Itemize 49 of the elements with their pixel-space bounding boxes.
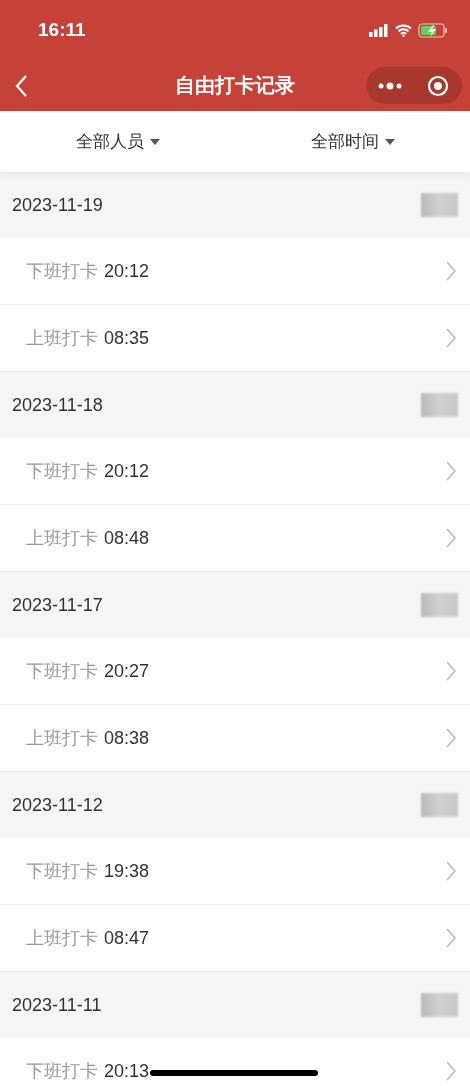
- record-time: 20:13: [104, 1061, 150, 1082]
- filter-dropdown[interactable]: 全部人员: [69, 124, 166, 159]
- record-time: 08:35: [104, 328, 150, 349]
- record-type: 上班打卡: [26, 327, 98, 350]
- record-type: 下班打卡: [26, 460, 98, 483]
- chevron-icon: [446, 328, 456, 348]
- record-type: 下班打卡: [26, 860, 98, 883]
- record-time: 08:48: [104, 528, 150, 549]
- date-text: 2023-11-18: [12, 394, 103, 416]
- back-icon[interactable]: [14, 73, 28, 98]
- battery-charging-icon: [418, 22, 448, 38]
- chevron-icon: [446, 861, 456, 881]
- caret-icon: [384, 138, 395, 145]
- record-time: 20:27: [104, 661, 150, 682]
- caret-icon: [149, 138, 160, 145]
- redacted-icon: [421, 393, 458, 417]
- redacted-icon: [421, 793, 458, 817]
- filter-dropdown[interactable]: 全部时间: [304, 124, 401, 159]
- chevron-icon: [446, 528, 456, 548]
- record-type: 上班打卡: [26, 527, 98, 550]
- chevron-icon: [446, 728, 456, 748]
- target-icon: [427, 74, 449, 97]
- redacted-icon: [421, 193, 458, 217]
- date-text: 2023-11-19: [12, 194, 103, 216]
- date-text: 2023-11-17: [12, 594, 103, 616]
- record-type: 上班打卡: [26, 727, 98, 750]
- record-type: 下班打卡: [26, 260, 98, 283]
- chevron-icon: [446, 261, 456, 281]
- record-time: 08:47: [104, 928, 150, 949]
- record-type: 上班打卡: [26, 927, 98, 950]
- record-time: 19:38: [104, 861, 150, 882]
- chevron-icon: [446, 928, 456, 948]
- chevron-icon: [446, 1061, 456, 1081]
- redacted-icon: [421, 593, 458, 617]
- status-time: 16:11: [38, 19, 86, 41]
- date-text: 2023-11-12: [12, 794, 103, 816]
- signal-icon: [369, 23, 389, 37]
- record-time: 20:12: [104, 261, 150, 282]
- more-icon: [378, 81, 402, 90]
- record-type: 下班打卡: [26, 1060, 98, 1083]
- redacted-icon: [421, 993, 458, 1017]
- record-type: 下班打卡: [26, 660, 98, 683]
- chevron-icon: [446, 661, 456, 681]
- record-time: 08:38: [104, 728, 150, 749]
- date-text: 2023-11-11: [12, 994, 102, 1016]
- page-title: 自由打卡记录: [175, 73, 295, 98]
- wifi-icon: [395, 23, 412, 37]
- record-time: 20:12: [104, 461, 150, 482]
- chevron-icon: [446, 461, 456, 481]
